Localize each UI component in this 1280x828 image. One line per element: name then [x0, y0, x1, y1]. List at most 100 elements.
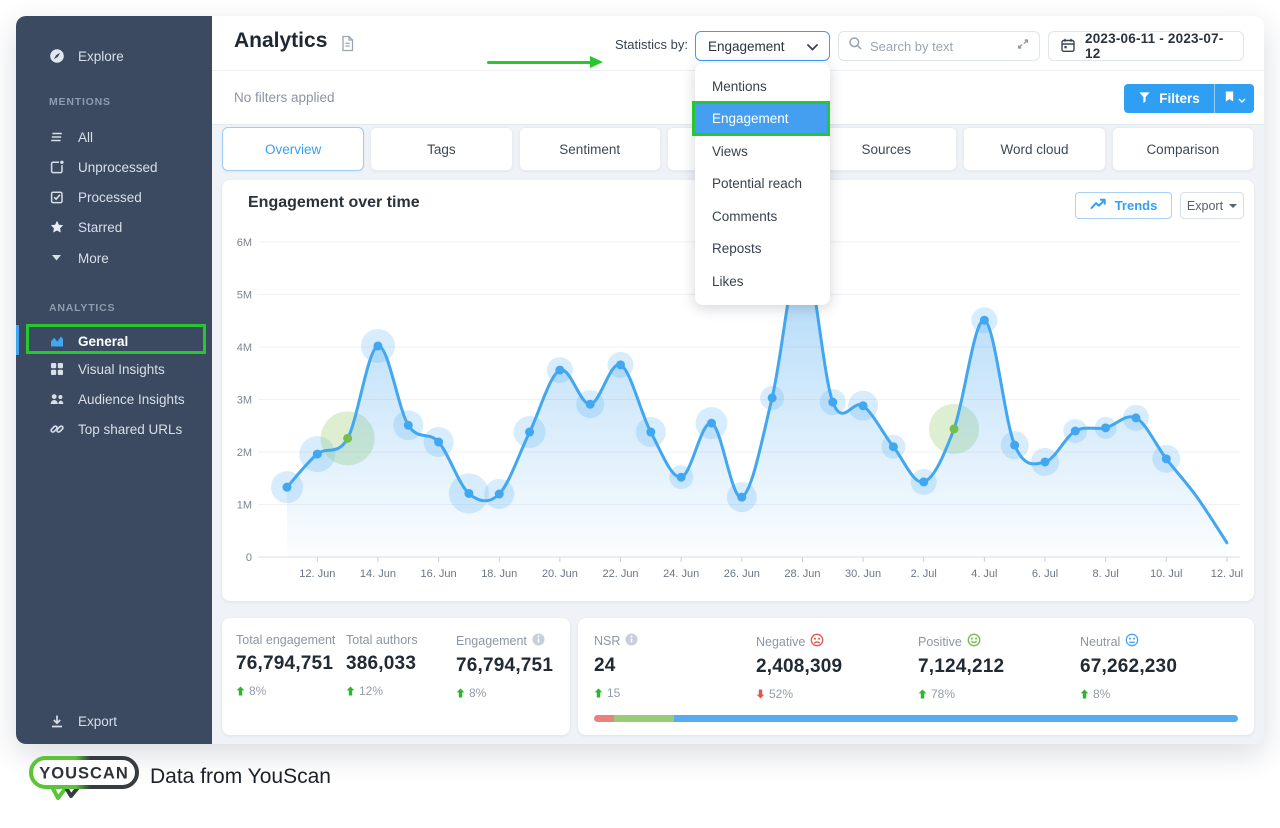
svg-text:5M: 5M: [237, 290, 252, 302]
sentiment-distribution-bar: [594, 715, 1238, 722]
dropdown-item-engagement[interactable]: Engagement: [695, 102, 830, 135]
square-check-icon: [49, 189, 65, 205]
filters-status: No filters applied: [234, 90, 335, 105]
svg-text:8. Jul: 8. Jul: [1092, 568, 1118, 580]
caret-down-icon: [49, 250, 65, 266]
sidebar-item-label: All: [78, 129, 94, 145]
stat-negative: Negative 2,408,309 52%: [756, 633, 843, 701]
delta-arrow-icon: [346, 686, 355, 696]
sidebar-item-label: Explore: [78, 48, 124, 64]
list-icon: [49, 129, 65, 145]
sidebar: Explore MENTIONS All Unprocessed Process…: [16, 16, 212, 744]
delta-arrow-icon: [756, 689, 765, 699]
statistics-by-dropdown-menu: Mentions Engagement Views Potential reac…: [695, 63, 830, 305]
sad-face-icon: [810, 633, 824, 650]
sidebar-item-explore[interactable]: Explore: [16, 42, 212, 70]
sidebar-item-unprocessed[interactable]: Unprocessed: [16, 153, 212, 181]
sidebar-section-mentions-title: MENTIONS: [49, 96, 111, 108]
sidebar-item-starred[interactable]: Starred: [16, 213, 212, 241]
saved-filters-button[interactable]: [1214, 84, 1254, 113]
search-input[interactable]: [870, 38, 1009, 54]
stat-neutral: Neutral 67,262,230 8%: [1080, 633, 1178, 701]
search-box: [838, 31, 1040, 61]
statistics-by-label: Statistics by:: [615, 37, 688, 52]
sidebar-item-all[interactable]: All: [16, 123, 212, 151]
statistics-by-select[interactable]: Engagement: [695, 31, 830, 61]
caret-down-icon: [1229, 203, 1238, 208]
tab-comparison[interactable]: Comparison: [1111, 127, 1254, 171]
sidebar-item-label: Export: [78, 713, 118, 729]
chart-export-button[interactable]: Export: [1180, 192, 1244, 219]
tab-sources[interactable]: Sources: [815, 127, 958, 171]
svg-text:6. Jul: 6. Jul: [1032, 568, 1058, 580]
delta-arrow-icon: [456, 688, 465, 698]
sidebar-item-audience-insights[interactable]: Audience Insights: [16, 385, 212, 413]
area-chart-icon: [49, 333, 65, 349]
tab-overview[interactable]: Overview: [222, 127, 365, 171]
positive-segment: [613, 715, 674, 722]
stat-nsr: NSR 24 15: [594, 633, 638, 700]
grid-icon: [49, 361, 65, 377]
svg-text:30. Jun: 30. Jun: [845, 568, 881, 580]
dropdown-item-comments[interactable]: Comments: [695, 200, 830, 233]
footer-caption: Data from YouScan: [150, 765, 331, 788]
svg-text:24. Jun: 24. Jun: [663, 568, 699, 580]
square-dot-icon: [49, 159, 65, 175]
dropdown-item-reposts[interactable]: Reposts: [695, 233, 830, 266]
youscan-logo: YOUSCAN: [28, 753, 140, 805]
svg-text:3M: 3M: [237, 395, 252, 407]
trends-button[interactable]: Trends: [1075, 192, 1172, 219]
svg-text:YOUSCAN: YOUSCAN: [39, 765, 129, 783]
funnel-icon: [1138, 91, 1151, 107]
sidebar-section-analytics-title: ANALYTICS: [49, 302, 116, 314]
dropdown-item-mentions[interactable]: Mentions: [695, 70, 830, 103]
info-icon[interactable]: [625, 633, 638, 649]
stat-positive: Positive 7,124,212 78%: [918, 633, 1005, 701]
svg-text:22. Jun: 22. Jun: [602, 568, 638, 580]
sidebar-item-more[interactable]: More: [16, 244, 212, 272]
tab-sentiment[interactable]: Sentiment: [518, 127, 661, 171]
sidebar-item-top-shared-urls[interactable]: Top shared URLs: [16, 415, 212, 443]
expand-icon[interactable]: [1016, 37, 1030, 56]
sidebar-item-label: Audience Insights: [78, 391, 185, 407]
filters-button[interactable]: Filters: [1124, 84, 1214, 113]
sidebar-item-visual-insights[interactable]: Visual Insights: [16, 355, 212, 383]
info-icon[interactable]: [532, 633, 545, 649]
svg-text:18. Jun: 18. Jun: [481, 568, 517, 580]
sidebar-item-export[interactable]: Export: [16, 707, 212, 735]
neutral-segment: [673, 715, 1238, 722]
document-icon[interactable]: [340, 35, 355, 57]
bookmark-icon: [1224, 90, 1235, 108]
page-header: Analytics Statistics by: Engagement Sear…: [212, 16, 1264, 70]
stat-total-engagement: Total engagement 76,794,751 8%: [236, 633, 336, 698]
svg-text:16. Jun: 16. Jun: [421, 568, 457, 580]
svg-text:12. Jun: 12. Jun: [299, 568, 335, 580]
delta-arrow-icon: [236, 686, 245, 696]
svg-text:10. Jul: 10. Jul: [1150, 568, 1182, 580]
date-range-picker[interactable]: 2023-06-11 - 2023-07-12: [1048, 31, 1244, 61]
dropdown-item-potential-reach[interactable]: Potential reach: [695, 168, 830, 201]
tab-tags[interactable]: Tags: [370, 127, 513, 171]
sidebar-item-label: Top shared URLs: [78, 421, 183, 437]
date-range-value: 2023-06-11 - 2023-07-12: [1085, 31, 1224, 61]
compass-icon: [49, 48, 65, 64]
dropdown-item-views[interactable]: Views: [695, 135, 830, 168]
tab-word-cloud[interactable]: Word cloud: [963, 127, 1106, 171]
svg-text:1M: 1M: [237, 500, 252, 512]
dropdown-item-likes[interactable]: Likes: [695, 265, 830, 298]
chevron-down-icon: [807, 39, 818, 54]
sidebar-item-processed[interactable]: Processed: [16, 183, 212, 211]
svg-text:26. Jun: 26. Jun: [724, 568, 760, 580]
trend-icon: [1090, 198, 1107, 213]
sidebar-item-label: General: [78, 333, 129, 349]
app-window: Explore MENTIONS All Unprocessed Process…: [16, 16, 1264, 744]
sidebar-item-general[interactable]: General: [16, 327, 212, 355]
svg-text:28. Jun: 28. Jun: [784, 568, 820, 580]
svg-text:4M: 4M: [237, 342, 252, 354]
svg-text:6M: 6M: [237, 237, 252, 249]
svg-text:14. Jun: 14. Jun: [360, 568, 396, 580]
download-icon: [49, 713, 65, 729]
people-icon: [49, 391, 65, 407]
delta-arrow-icon: [1080, 689, 1089, 699]
star-icon: [49, 219, 65, 235]
